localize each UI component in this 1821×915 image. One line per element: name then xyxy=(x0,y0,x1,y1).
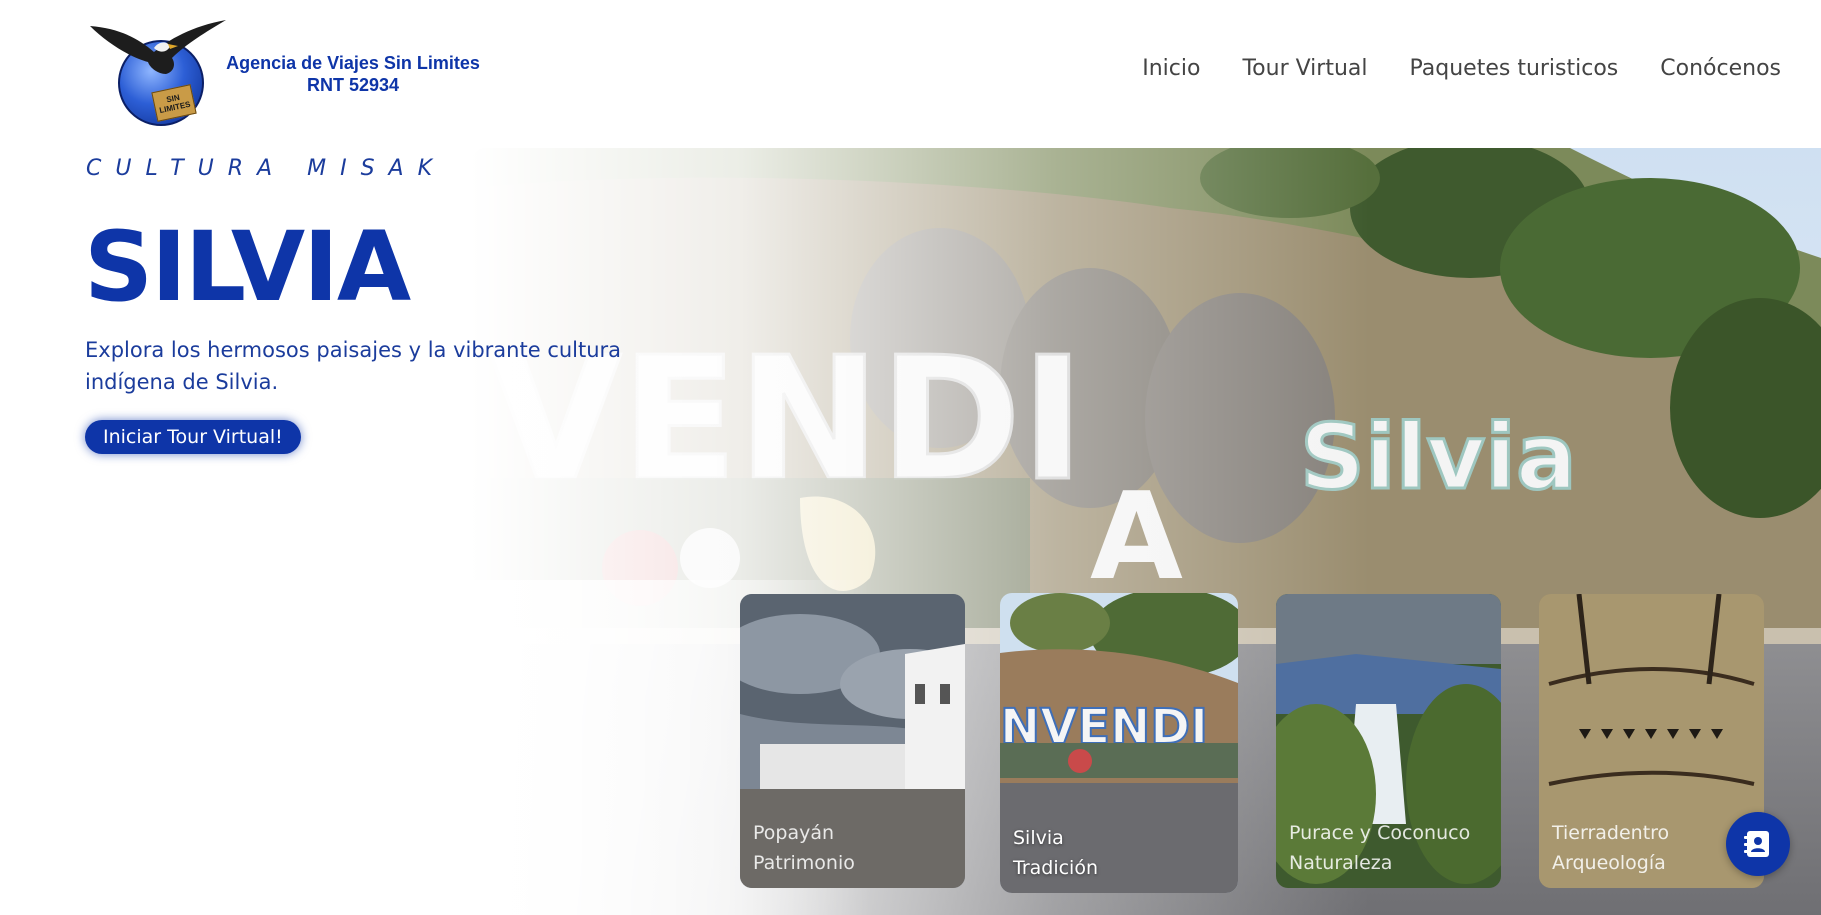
card-popayan-label: Popayán Patrimonio xyxy=(753,818,855,878)
destination-cards: Popayán Patrimonio NVENDI Silvia Tradici… xyxy=(740,593,1764,894)
contact-button[interactable] xyxy=(1726,812,1790,876)
card-purace-title: Purace y Coconuco xyxy=(1289,822,1471,844)
agency-rnt: RNT 52934 xyxy=(306,75,400,95)
logo-text: Agencia de Viajes Sin Limites RNT 52934 xyxy=(203,52,503,96)
hero-kicker: CULTURA MISAK xyxy=(86,156,447,181)
header: SIN LIMITES Agencia de Viajes Sin Limite… xyxy=(0,0,1821,148)
agency-name: Agencia de Viajes Sin Limites xyxy=(226,53,480,73)
card-purace-label: Purace y Coconuco Naturaleza xyxy=(1289,818,1470,878)
card-silvia[interactable]: NVENDI Silvia Tradición xyxy=(1000,593,1238,893)
card-tierradentro-label: Tierradentro Arqueología xyxy=(1552,818,1669,878)
card-silvia-subtitle: Tradición xyxy=(1013,857,1098,879)
agency-logo[interactable]: SIN LIMITES Agencia de Viajes Sin Limite… xyxy=(88,18,488,126)
card-purace-subtitle: Naturaleza xyxy=(1289,852,1393,874)
main-nav: Inicio Tour Virtual Paquetes turisticos … xyxy=(1142,56,1781,81)
hero-title: SILVIA xyxy=(84,211,411,323)
card-silvia-label: Silvia Tradición xyxy=(1013,823,1098,883)
card-tierradentro-title: Tierradentro xyxy=(1552,822,1670,844)
svg-text:A: A xyxy=(1090,468,1183,607)
card-tierradentro-subtitle: Arqueología xyxy=(1552,852,1666,874)
contact-book-icon xyxy=(1744,831,1769,857)
logo-tag-line2: LIMITES xyxy=(158,99,192,116)
card-purace-coconuco[interactable]: Purace y Coconuco Naturaleza xyxy=(1276,594,1501,888)
card-silvia-title: Silvia xyxy=(1013,827,1064,849)
nav-conocenos[interactable]: Conócenos xyxy=(1660,56,1781,81)
card-popayan-title: Popayán xyxy=(753,822,835,844)
hero-subtitle: Explora los hermosos paisajes y la vibra… xyxy=(85,338,622,394)
nav-inicio[interactable]: Inicio xyxy=(1142,56,1200,81)
nav-tour-virtual[interactable]: Tour Virtual xyxy=(1242,56,1367,81)
start-virtual-tour-button[interactable]: Iniciar Tour Virtual! xyxy=(85,420,301,454)
svg-text:Silvia: Silvia xyxy=(1300,405,1577,510)
card-popayan[interactable]: Popayán Patrimonio xyxy=(740,594,965,888)
nav-paquetes-turisticos[interactable]: Paquetes turisticos xyxy=(1410,56,1619,81)
card-popayan-subtitle: Patrimonio xyxy=(753,852,855,874)
